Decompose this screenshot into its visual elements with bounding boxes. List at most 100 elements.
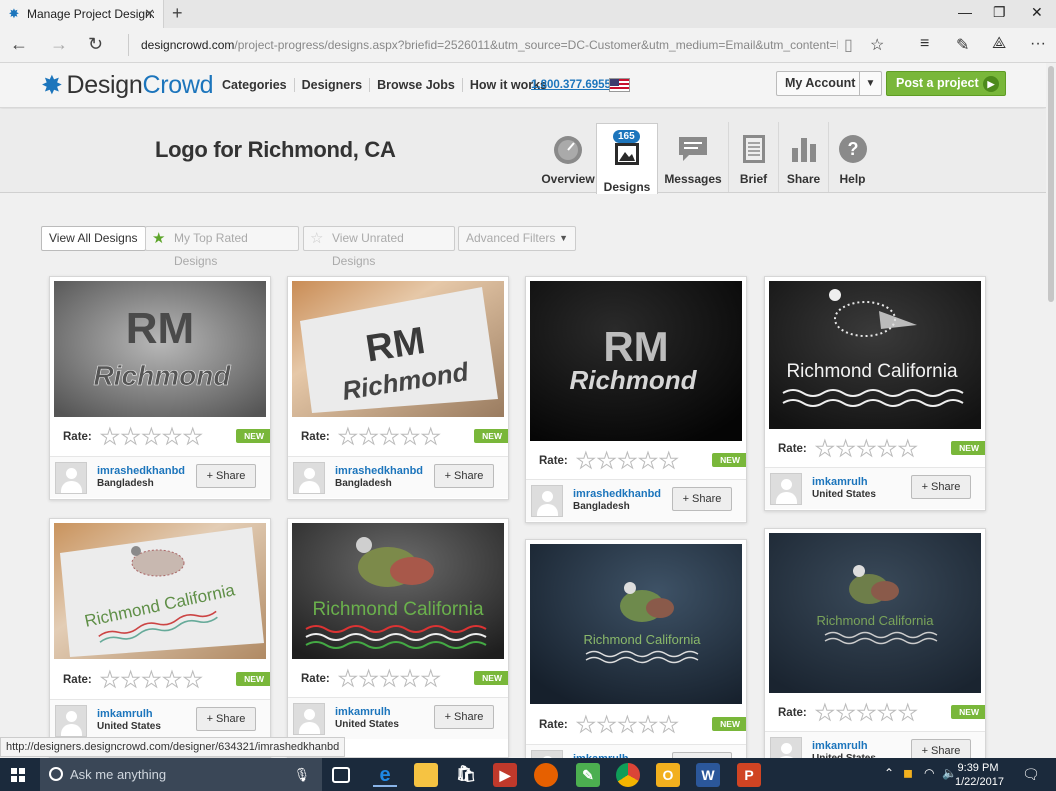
designer-name-link[interactable]: imkamrulh — [812, 740, 868, 752]
designcrowd-logo[interactable]: ✸ Design Crowd — [41, 70, 214, 101]
design-thumbnail[interactable]: RM Richmond — [530, 281, 742, 441]
favorite-star-icon[interactable]: ☆ — [870, 35, 884, 55]
share-browser-icon[interactable]: ⟁ — [992, 35, 1006, 53]
designer-name-link[interactable]: imrashedkhanbd — [335, 465, 423, 477]
tab-help[interactable]: ? Help — [828, 122, 876, 192]
hub-icon[interactable]: ≡ — [920, 35, 929, 53]
design-thumbnail[interactable]: Richmond California — [54, 523, 266, 659]
media-player-icon[interactable]: ▶ — [493, 763, 517, 787]
file-explorer-icon[interactable] — [414, 763, 438, 787]
design-card[interactable]: Richmond California Rate: ★★★★★ NEW imka… — [287, 518, 509, 758]
avatar[interactable] — [531, 485, 563, 517]
phone-link[interactable]: 1.800.377.6955 — [531, 79, 611, 91]
tab-brief[interactable]: Brief — [728, 122, 778, 192]
task-view-icon[interactable] — [332, 767, 350, 783]
post-project-button[interactable]: Post a project ▶ — [886, 71, 1006, 96]
designer-name-link[interactable]: imrashedkhanbd — [573, 488, 661, 500]
view-unrated-button[interactable]: ☆ View Unrated Designs — [303, 226, 455, 268]
restore-icon[interactable]: ❐ — [993, 4, 1006, 21]
avatar[interactable] — [55, 705, 87, 737]
designer-name-link[interactable]: imkamrulh — [812, 476, 868, 488]
avatar[interactable] — [293, 703, 325, 735]
design-card[interactable]: Richmond California Rate: ★★★★★ NEW imka… — [49, 518, 271, 758]
tab-messages[interactable]: Messages — [658, 122, 728, 192]
share-button[interactable]: + Share — [434, 705, 494, 729]
powerpoint-icon[interactable]: P — [737, 763, 761, 787]
nav-browse-jobs[interactable]: Browse Jobs — [377, 78, 463, 92]
nav-designers[interactable]: Designers — [302, 78, 371, 92]
share-button[interactable]: + Share — [672, 487, 732, 511]
tab-overview[interactable]: Overview — [540, 122, 596, 192]
taskbar-clock[interactable]: 9:39 PM 1/22/2017 — [955, 761, 1004, 789]
avatar[interactable] — [55, 462, 87, 494]
design-card[interactable]: RM Richmond Rate: ★★★★★ NEW imrashedkhanb… — [49, 276, 271, 500]
my-account-button[interactable]: My Account ▼ — [776, 71, 882, 96]
design-thumbnail[interactable]: RM Richmond — [54, 281, 266, 417]
store-icon[interactable]: 🛍 — [454, 763, 478, 787]
minimize-icon[interactable]: — — [958, 4, 972, 20]
advanced-filters-dropdown[interactable]: Advanced Filters ▼ — [458, 226, 576, 251]
outlook-icon[interactable]: O — [656, 763, 680, 787]
windows-start-icon[interactable] — [11, 768, 25, 782]
reading-view-icon[interactable]: ▯ — [844, 35, 853, 55]
back-icon[interactable]: ← — [10, 34, 28, 55]
rating-stars[interactable]: ★★★★★ — [338, 666, 442, 691]
avatar[interactable] — [770, 473, 802, 505]
design-thumbnail[interactable]: Richmond California — [292, 523, 504, 659]
more-icon[interactable]: ··· — [1030, 35, 1046, 53]
designer-row: imrashedkhanbd Bangladesh + Share — [288, 456, 508, 498]
design-card[interactable]: RM Richmond Rate: ★★★★★ NEW imrashedkhanb… — [287, 276, 509, 500]
my-top-rated-button[interactable]: ★ My Top Rated Designs — [145, 226, 299, 268]
rating-stars[interactable]: ★★★★★ — [576, 712, 680, 737]
action-center-icon[interactable]: 🗨 — [1022, 766, 1040, 783]
design-card[interactable]: Richmond California Rate: ★★★★★ NEW imka… — [764, 276, 986, 511]
design-thumbnail[interactable]: Richmond California — [769, 533, 981, 693]
share-button[interactable]: + Share — [196, 707, 256, 731]
rating-stars[interactable]: ★★★★★ — [576, 448, 680, 473]
design-card[interactable]: RM Richmond Rate: ★★★★★ NEW imrashedkhanb… — [525, 276, 747, 523]
web-note-icon[interactable]: ✎ — [956, 35, 969, 55]
firefox-icon[interactable] — [534, 763, 558, 787]
edge-browser-icon[interactable]: e — [373, 763, 397, 787]
share-button[interactable]: + Share — [434, 464, 494, 488]
rating-stars[interactable]: ★★★★★ — [815, 436, 919, 461]
designer-name-link[interactable]: imrashedkhanbd — [97, 465, 185, 477]
tab-designs[interactable]: 165 Designs — [596, 123, 658, 194]
designs-count-badge: 165 — [613, 130, 640, 143]
page-scrollbar-thumb[interactable] — [1048, 66, 1054, 302]
cortana-search-box[interactable]: Ask me anything 🎙 — [40, 758, 322, 791]
design-thumbnail[interactable]: Richmond California — [769, 281, 981, 429]
close-window-icon[interactable]: ✕ — [1031, 4, 1043, 21]
wifi-icon[interactable]: ◠ — [924, 766, 934, 780]
rating-stars[interactable]: ★★★★★ — [815, 700, 919, 725]
rating-stars[interactable]: ★★★★★ — [338, 424, 442, 449]
design-card[interactable]: Richmond California Rate: ★★★★★ NEW imka… — [525, 539, 747, 786]
tray-chevron-icon[interactable]: ⌃ — [884, 766, 894, 780]
word-icon[interactable]: W — [696, 763, 720, 787]
nav-categories[interactable]: Categories — [222, 78, 295, 92]
browser-tab[interactable]: ✸ Manage Project Design: ✕ — [0, 0, 164, 28]
tab-share[interactable]: Share — [778, 122, 828, 192]
microphone-icon[interactable]: 🎙 — [293, 758, 310, 791]
forward-icon[interactable]: → — [50, 34, 68, 55]
notepad-icon[interactable]: ✎ — [576, 763, 600, 787]
avatar[interactable] — [293, 462, 325, 494]
tray-notification-app-icon[interactable]: ◼ — [903, 766, 913, 780]
designer-name-link[interactable]: imkamrulh — [335, 706, 391, 718]
view-all-designs-button[interactable]: View All Designs — [41, 226, 146, 251]
designer-country: United States — [812, 489, 876, 500]
share-button[interactable]: + Share — [911, 475, 971, 499]
design-thumbnail[interactable]: RM Richmond — [292, 281, 504, 417]
rating-stars[interactable]: ★★★★★ — [100, 424, 204, 449]
chrome-icon[interactable] — [616, 763, 640, 787]
designer-name-link[interactable]: imkamrulh — [97, 708, 153, 720]
new-tab-icon[interactable]: + — [172, 3, 183, 24]
design-card[interactable]: Richmond California Rate: ★★★★★ NEW imka… — [764, 528, 986, 773]
share-button[interactable]: + Share — [196, 464, 256, 488]
address-bar[interactable]: designcrowd.com/project-progress/designs… — [128, 34, 838, 56]
tab-close-icon[interactable]: ✕ — [144, 6, 155, 22]
design-thumbnail[interactable]: Richmond California — [530, 544, 742, 704]
svg-text:RM: RM — [603, 323, 668, 370]
refresh-icon[interactable]: ↻ — [88, 34, 103, 55]
rating-stars[interactable]: ★★★★★ — [100, 667, 204, 692]
